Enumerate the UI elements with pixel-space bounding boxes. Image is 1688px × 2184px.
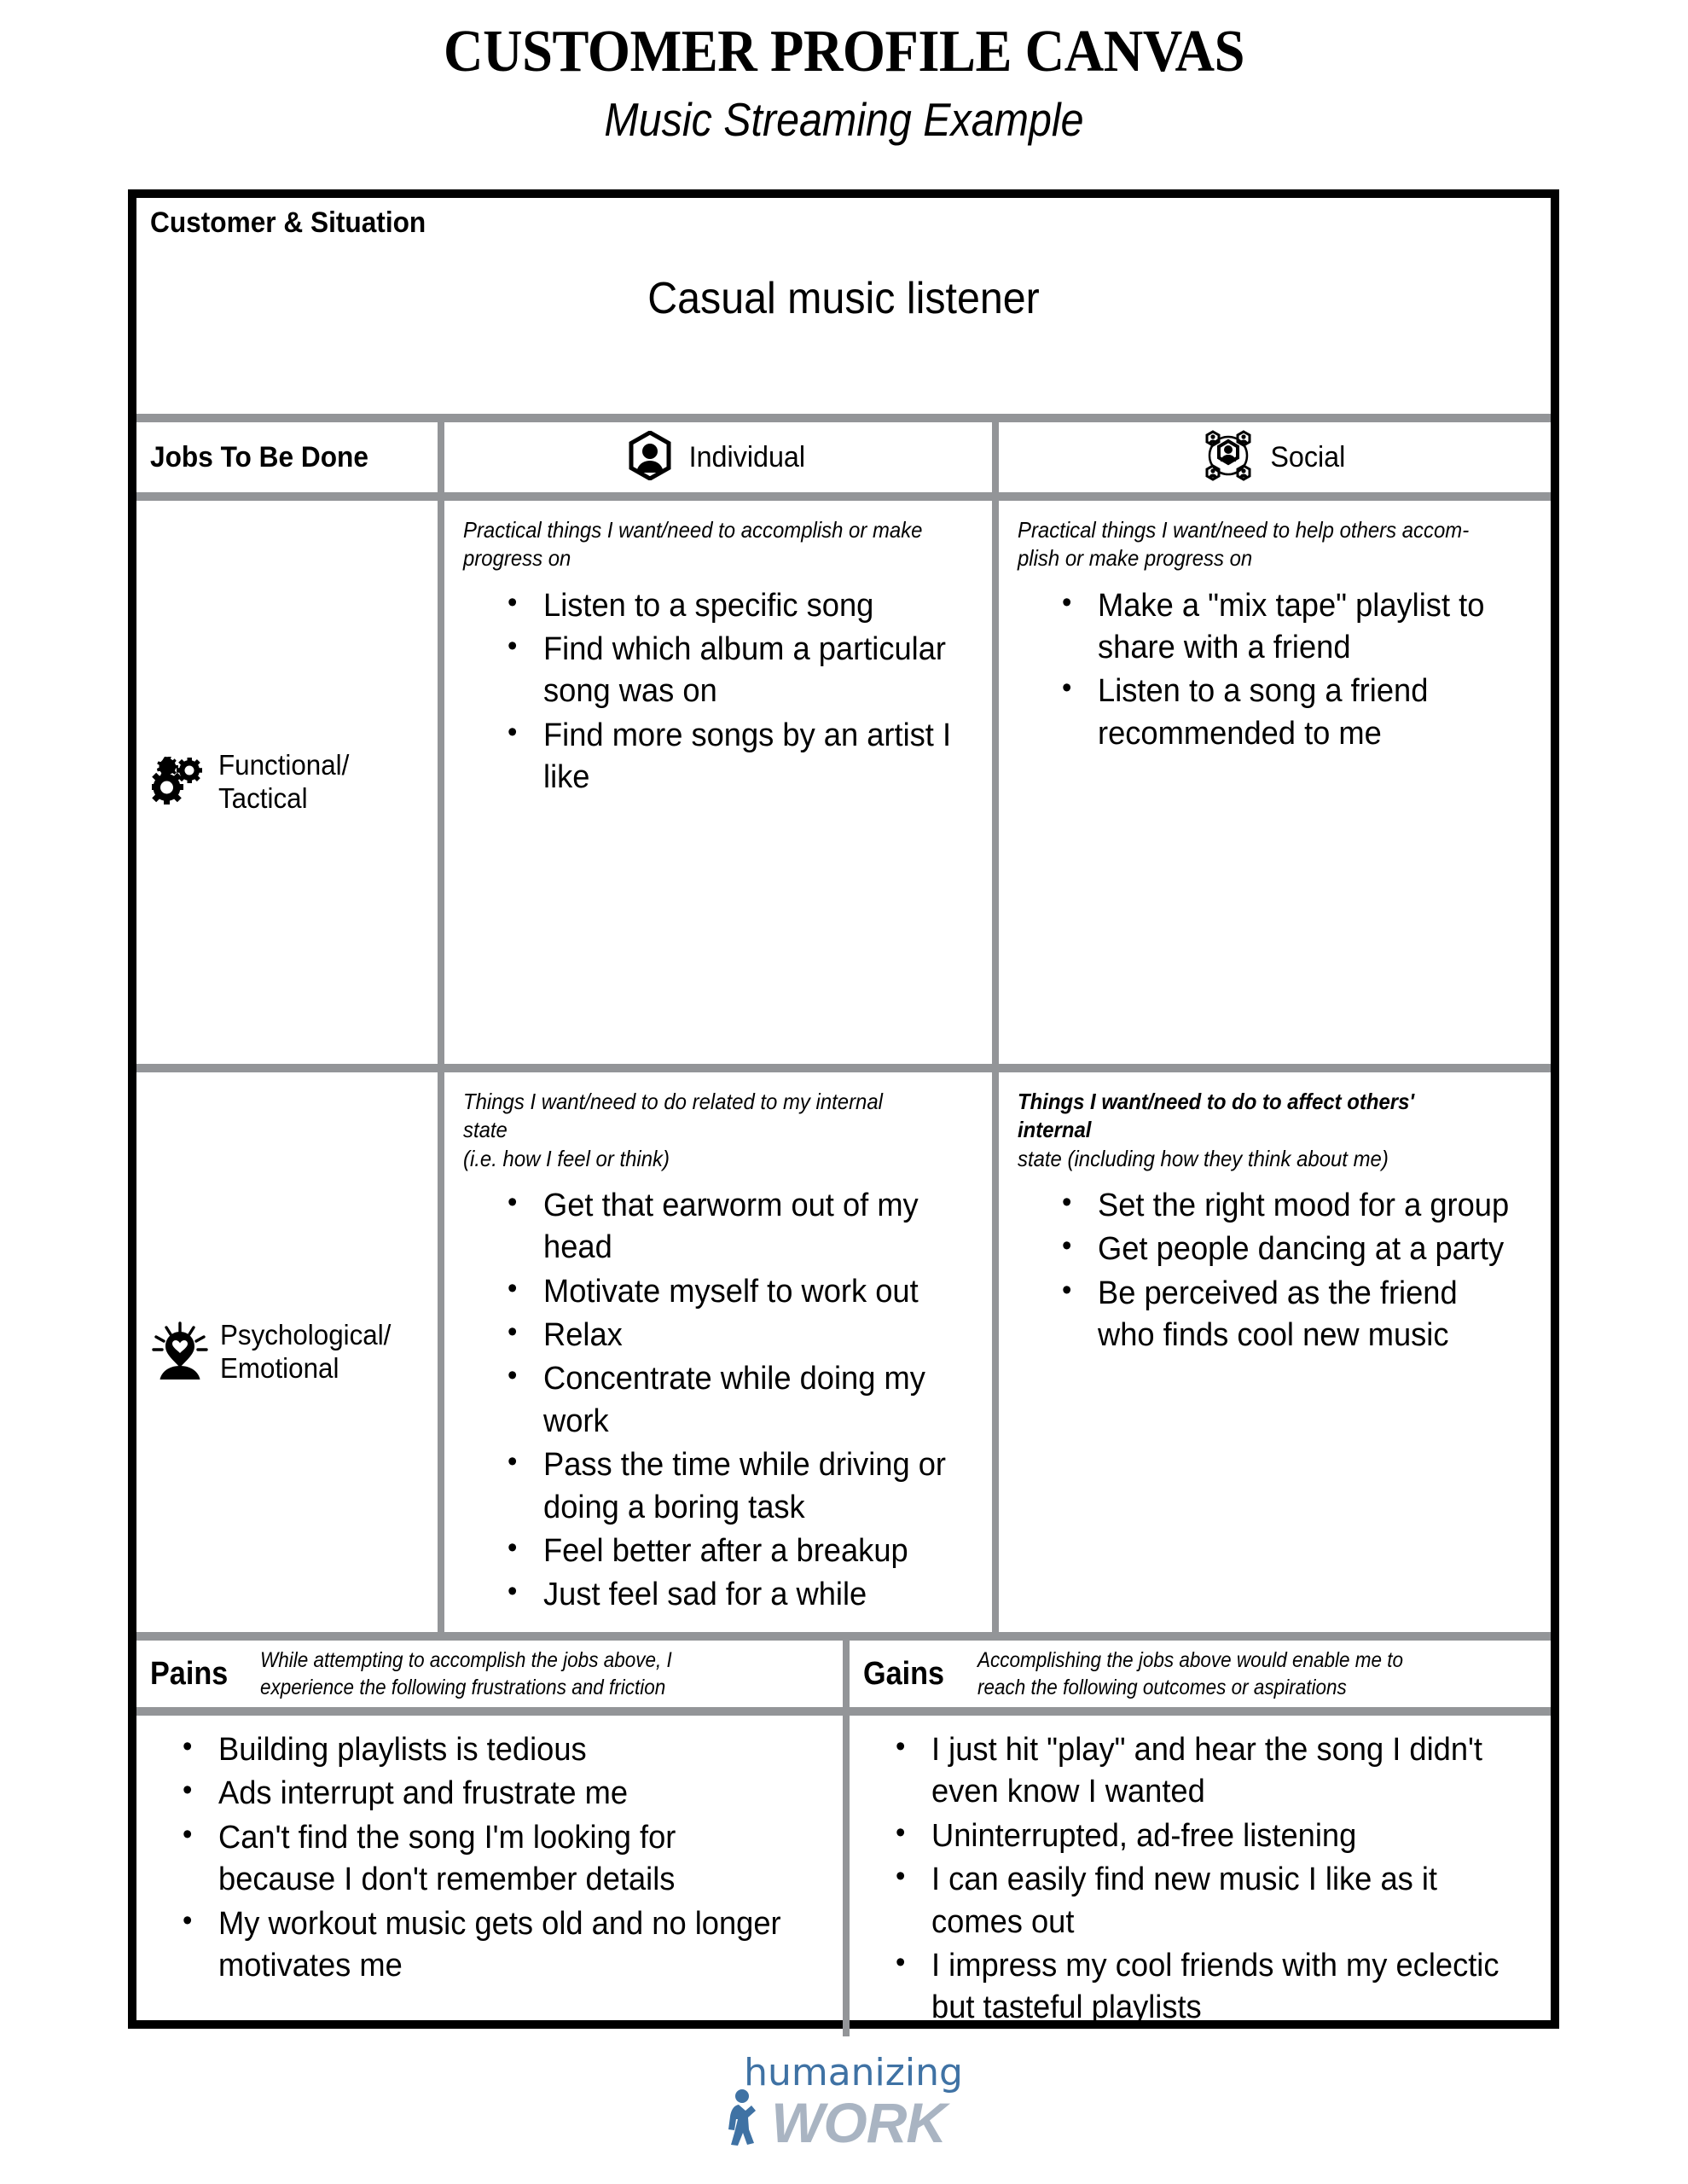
list-item[interactable]: Motivate myself to work out [508,1269,952,1313]
list-item[interactable]: Get people dancing at a party [1062,1227,1511,1270]
customer-profile-canvas-page: CUSTOMER PROFILE CANVAS Music Streaming … [0,0,1688,2184]
hint-line1: Practical things I want/need to help oth… [1018,517,1470,543]
hint-line2: (i.e. how I feel or think) [463,1145,670,1171]
row-label-line2: Emotional [220,1352,339,1384]
jobs-row-psychological-emotional: Psychological/ Emotional Things I want/n… [136,1072,1551,1632]
list-item[interactable]: My workout music gets old and no longer … [183,1902,797,1988]
row-label-functional-tactical: Functional/ Tactical [136,501,438,1064]
jobs-header-row: Jobs To Be Done Individual Social [136,422,1551,492]
canvas-frame: Customer & Situation Casual music listen… [128,189,1559,2036]
cell-psychological-individual[interactable]: Things I want/need to do related to my i… [438,1072,992,1632]
list-item[interactable]: Listen to a specific song [508,584,952,627]
hint-psychological-individual: Things I want/need to do related to my i… [463,1088,932,1173]
row-label-line2: Tactical [218,782,308,814]
row-label-line1: Psychological/ [220,1319,392,1351]
list-item[interactable]: Get that earworm out of my head [508,1183,952,1269]
column-header-social-label: Social [1270,440,1346,473]
gains-hint: Accomplishing the jobs above would enabl… [977,1647,1403,1702]
list-functional-social: Make a "mix tape" playlist to share with… [1018,584,1532,756]
list-item[interactable]: Feel better after a breakup [508,1529,952,1572]
hint-functional-social: Practical things I want/need to help oth… [1018,516,1491,573]
divider [136,1707,1551,1716]
list-functional-individual: Listen to a specific song Find which alb… [463,584,973,799]
cell-gains[interactable]: I just hit "play" and hear the song I di… [843,1716,1551,2036]
divider [136,1632,1551,1641]
list-item[interactable]: Can't find the song I'm looking for beca… [183,1815,797,1902]
list-item[interactable]: Find which album a particular song was o… [508,627,952,713]
column-header-individual-label: Individual [688,440,806,473]
row-label-line1: Functional/ [218,749,350,781]
pains-title: Pains [150,1655,229,1692]
individual-person-hexagon-icon [628,429,672,485]
humanizing-work-logo[interactable]: humanizing WORK [725,2051,963,2155]
list-item[interactable]: I impress my cool friends with my eclect… [896,1943,1505,2030]
page-title: CUSTOMER PROFILE CANVAS [444,19,1244,84]
list-item[interactable]: Be perceived as the friend who finds coo… [1062,1271,1511,1357]
list-item[interactable]: Ads interrupt and frustrate me [183,1771,797,1815]
hint-line1: Things I want/need to do related to my i… [463,1089,883,1143]
list-item[interactable]: Relax [508,1313,952,1356]
cell-pains[interactable]: Building playlists is tedious Ads interr… [136,1716,843,2036]
social-network-people-icon [1202,429,1255,486]
cell-functional-social[interactable]: Practical things I want/need to help oth… [992,501,1551,1064]
row-label-functional-tactical-text: Functional/ Tactical [218,749,349,816]
customer-situation-value[interactable]: Casual music listener [186,273,1501,324]
list-item[interactable]: Set the right mood for a group [1062,1183,1511,1227]
hint-line2: state (including how they think about me… [1018,1145,1389,1171]
cell-functional-individual[interactable]: Practical things I want/need to accompli… [438,501,992,1064]
list-item[interactable]: Just feel sad for a while [508,1572,952,1616]
list-psychological-individual: Get that earworm out of my head Motivate… [463,1183,973,1617]
title-block: CUSTOMER PROFILE CANVAS Music Streaming … [0,0,1688,146]
pains-gains-body-row: Building playlists is tedious Ads interr… [136,1716,1551,2036]
column-header-individual: Individual [438,422,992,492]
logo-bottom-row: WORK [725,2088,963,2155]
hint-functional-individual: Practical things I want/need to accompli… [463,517,923,572]
gains-title: Gains [863,1655,945,1692]
footer: humanizing WORK [0,2054,1688,2151]
jobs-to-be-done-label-cell: Jobs To Be Done [136,422,438,492]
list-item[interactable]: Uninterrupted, ad-free listening [896,1814,1505,1857]
hint-line1: Things I want/need to do to affect other… [1018,1089,1415,1143]
list-item[interactable]: I can easily find new music I like as it… [896,1857,1505,1943]
column-header-social: Social [992,422,1551,492]
row-label-psychological-emotional: Psychological/ Emotional [136,1072,438,1632]
customer-situation-label: Customer & Situation [150,206,426,239]
gains-header: Gains Accomplishing the jobs above would… [843,1641,1551,1707]
hint-psychological-social: Things I want/need to do to affect other… [1018,1088,1491,1173]
hint-line1: Accomplishing the jobs above would enabl… [977,1647,1403,1672]
gears-icon [150,754,206,809]
hint-line1: While attempting to accomplish the jobs … [260,1647,673,1672]
hint-line2: experience the following frustrations an… [260,1676,666,1699]
pains-header: Pains While attempting to accomplish the… [136,1641,843,1707]
psychological-emotional-head-heart-icon [152,1321,208,1384]
list-item[interactable]: Listen to a song a friend recommended to… [1062,669,1511,755]
divider [136,414,1551,422]
pains-hint: While attempting to accomplish the jobs … [260,1647,672,1702]
list-item[interactable]: Concentrate while doing my work [508,1356,952,1443]
walking-person-logo-icon [725,2088,768,2150]
list-gains: I just hit "play" and hear the song I di… [867,1728,1534,2030]
list-item[interactable]: Building playlists is tedious [183,1728,797,1771]
divider [136,1064,1551,1072]
logo-work-text: WORK [771,2091,947,2155]
jobs-row-functional-tactical: Functional/ Tactical Practical things I … [136,501,1551,1064]
list-psychological-social: Set the right mood for a group Get peopl… [1018,1183,1532,1357]
pains-gains-header-row: Pains While attempting to accomplish the… [136,1641,1551,1707]
list-item[interactable]: Pass the time while driving or doing a b… [508,1443,952,1529]
jobs-to-be-done-label: Jobs To Be Done [150,440,368,473]
list-item[interactable]: Make a "mix tape" playlist to share with… [1062,584,1511,670]
list-pains: Building playlists is tedious Ads interr… [154,1728,826,1988]
row-label-psychological-emotional-text: Psychological/ Emotional [220,1319,391,1385]
hint-line2: reach the following outcomes or aspirati… [977,1676,1347,1699]
list-item[interactable]: I just hit "play" and hear the song I di… [896,1728,1505,1814]
list-item[interactable]: Find more songs by an artist I like [508,713,952,799]
customer-situation-section: Customer & Situation Casual music listen… [136,198,1551,414]
cell-psychological-social[interactable]: Things I want/need to do to affect other… [992,1072,1551,1632]
page-subtitle: Music Streaming Example [604,93,1084,146]
divider [136,492,1551,501]
logo-humanizing-text: humanizing [744,2051,963,2094]
hint-line2: plish or make progress on [1018,545,1253,572]
